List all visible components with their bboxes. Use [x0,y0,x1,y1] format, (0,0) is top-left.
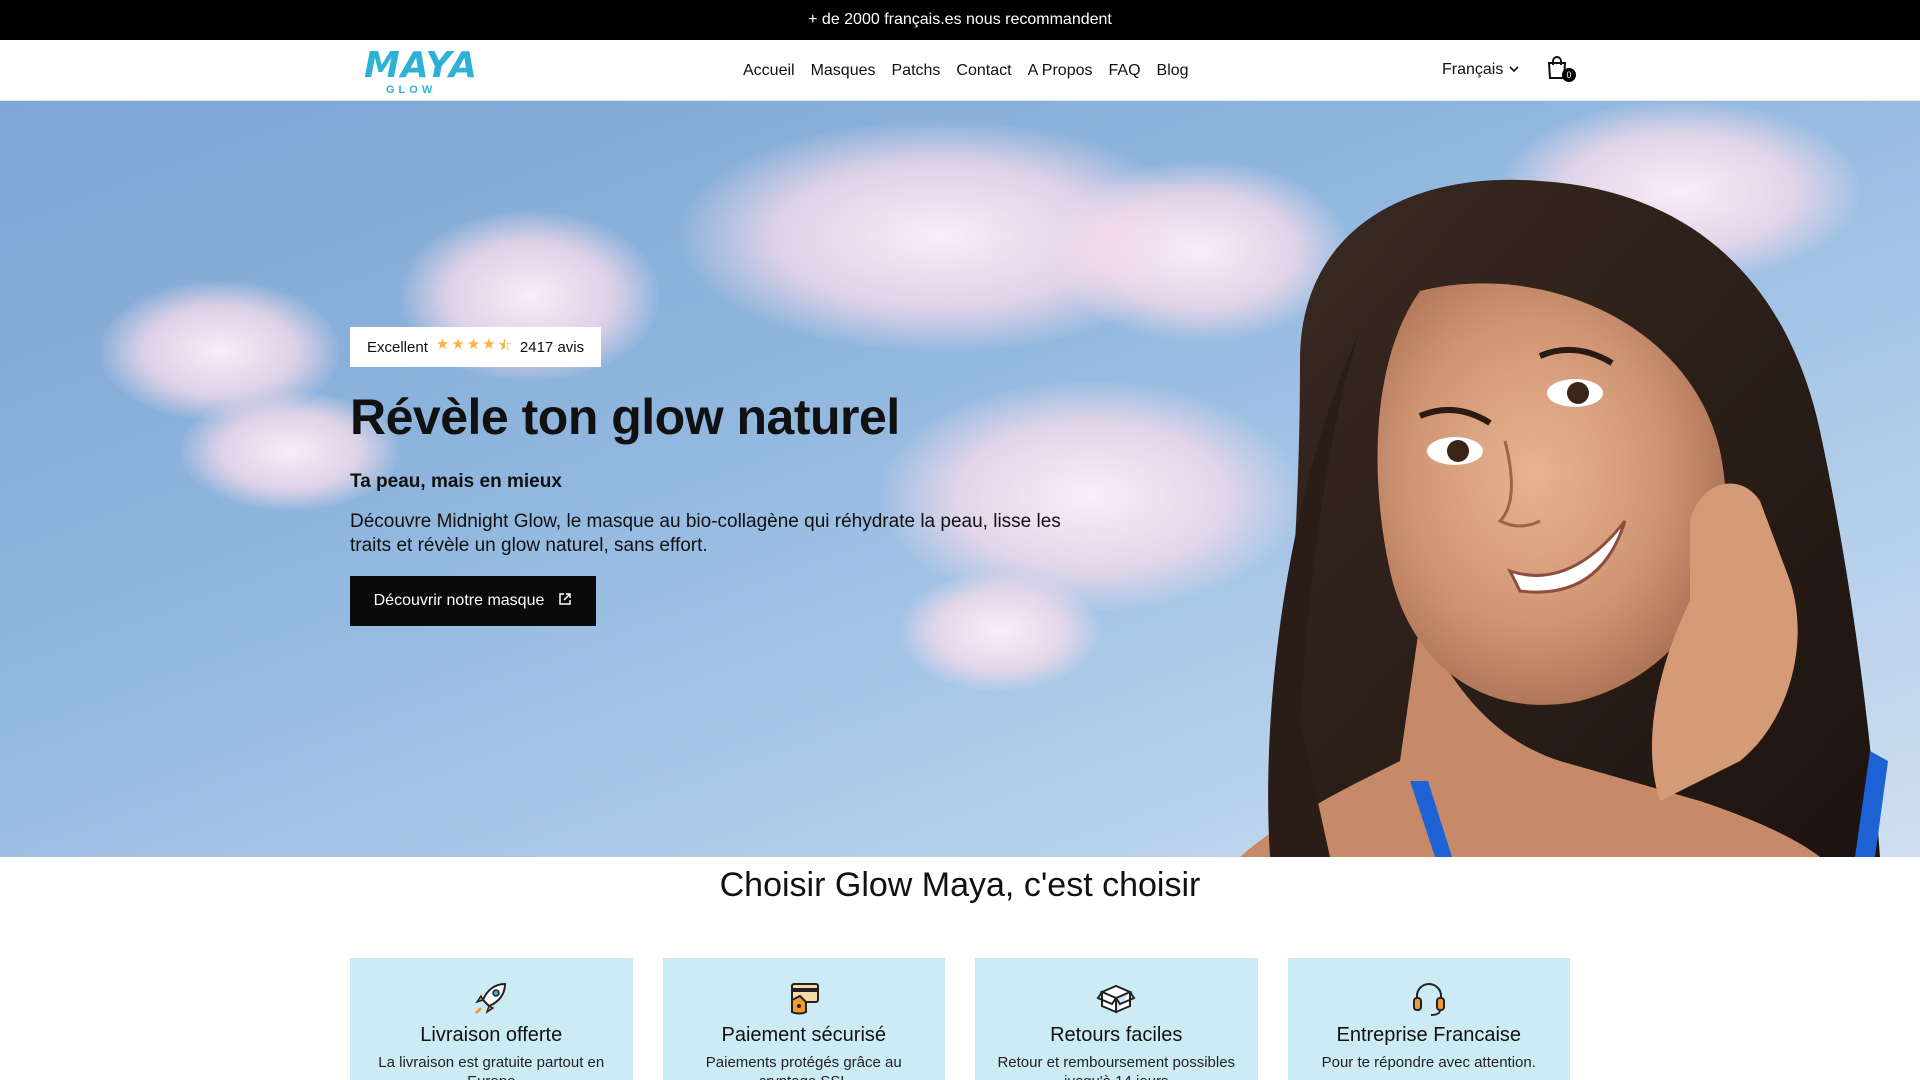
announcement-bar: + de 2000 français.es nous recommandent [0,0,1920,40]
feature-title: Retours faciles [1050,1024,1183,1046]
cart-count-badge: 0 [1562,68,1576,82]
logo[interactable]: MAYA GLOW [364,46,477,97]
nav-item-blog[interactable]: Blog [1157,62,1189,80]
hero-banner: Excellent ★ ★ ★ ★ ⯪ 2417 avis Révèle ton… [0,101,1920,857]
nav-item-faq[interactable]: FAQ [1109,62,1141,80]
language-selected: Français [1442,61,1504,78]
star-icon: ★ [482,335,496,353]
announcement-text: + de 2000 français.es nous recommandent [808,11,1112,28]
feature-card: Entreprise Francaise Pour te répondre av… [1287,958,1570,1080]
headset-icon [1409,978,1449,1018]
logo-wordmark: MAYA [364,45,479,86]
nav-item-masques[interactable]: Masques [811,62,876,80]
site-header: MAYA GLOW Accueil Masques Patchs Contact… [0,40,1920,101]
chevron-down-icon [1508,63,1520,78]
section-title: Choisir Glow Maya, c'est choisir [719,866,1201,904]
rating-label: Excellent [367,338,428,356]
external-link-icon [558,592,572,611]
hero-description: Découvre Midnight Glow, le masque au bio… [350,511,1061,556]
main-nav: Accueil Masques Patchs Contact A Propos … [743,40,1189,101]
nav-item-contact[interactable]: Contact [956,62,1011,80]
hero-subtitle: Ta peau, mais en mieux [350,471,562,492]
language-select[interactable]: Français [1428,50,1528,90]
cta-label: Découvrir notre masque [373,592,545,609]
logo-subtext: GLOW [386,84,437,96]
feature-description: Paiements protégés grâce au cryptage SSL [705,1054,902,1080]
review-count: 2417 avis [519,338,585,356]
discover-mask-button[interactable]: Découvrir notre masque [350,576,596,626]
box-icon [1096,978,1136,1018]
rating-badge: Excellent ★ ★ ★ ★ ⯪ 2417 avis [350,327,602,367]
credit-card-lock-icon [784,978,824,1018]
cart-button[interactable]: 0 [1546,56,1576,86]
star-icon: ★ [451,335,465,353]
features-list: Livraison offerte La livraison est gratu… [350,958,1570,1080]
star-half-icon: ⯪ [497,336,512,354]
feature-title: Paiement sécurisé [721,1024,887,1046]
feature-card: Retours faciles Retour et remboursement … [975,958,1258,1080]
nav-item-accueil[interactable]: Accueil [743,62,795,80]
feature-description: La livraison est gratuite partout en Eur… [378,1054,605,1080]
feature-title: Livraison offerte [420,1024,563,1046]
nav-item-a-propos[interactable]: A Propos [1028,62,1093,80]
hero-title: Révèle ton glow naturel [350,389,900,445]
rocket-icon [471,978,511,1018]
star-icon: ★ [435,335,450,353]
feature-description: Retour et remboursement possibles jusqu'… [997,1054,1236,1080]
feature-title: Entreprise Francaise [1336,1024,1522,1046]
feature-description: Pour te répondre avec attention. [1321,1054,1536,1071]
nav-item-patchs[interactable]: Patchs [892,62,941,80]
feature-card: Livraison offerte La livraison est gratu… [350,958,633,1080]
hero-model-image [1240,179,1888,857]
feature-card: Paiement sécurisé Paiements protégés grâ… [662,958,945,1080]
star-icon: ★ [466,335,481,353]
star-rating: ★ ★ ★ ★ ⯪ [436,335,512,360]
